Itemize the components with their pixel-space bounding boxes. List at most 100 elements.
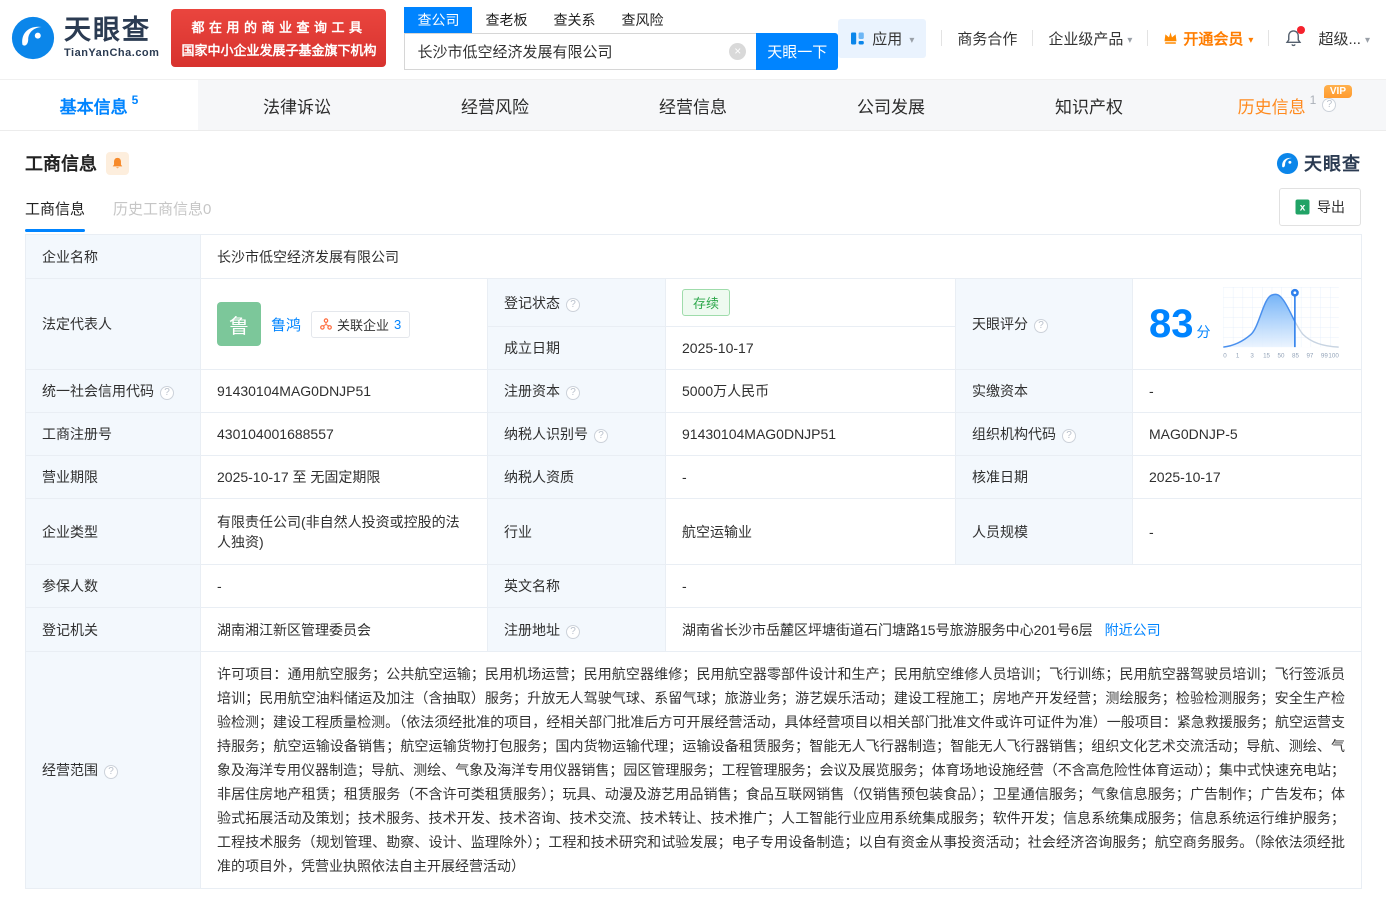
field-label: 组织机构代码 <box>955 412 1133 456</box>
field-label: 企业名称 <box>25 234 201 279</box>
table-row: 企业名称 长沙市低空经济发展有限公司 <box>25 234 1362 279</box>
avatar[interactable]: 鲁 <box>217 302 261 346</box>
question-icon[interactable] <box>1322 98 1337 112</box>
score-distribution-chart: 0 1 3 15 50 85 97 99 100 <box>1222 287 1339 360</box>
tab-operating-risk[interactable]: 经营风险 <box>396 80 594 130</box>
table-row: 登记机关 湖南湘江新区管理委员会 注册地址 湖南省长沙市岳麓区坪塘街道石门塘路1… <box>25 607 1362 652</box>
field-label-text: 天眼评分 <box>972 316 1028 332</box>
reg-address-value: 湖南省长沙市岳麓区坪塘街道石门塘路15号旅游服务中心201号6层 <box>682 621 1093 638</box>
tab-operating-info[interactable]: 经营信息 <box>594 80 792 130</box>
chevron-down-icon <box>1365 30 1370 47</box>
top-header: 天眼查 TianYanCha.com 都在用的商业查询工具 国家中小企业发展子基… <box>0 0 1386 76</box>
question-icon[interactable] <box>566 386 580 400</box>
table-row: 法定代表人 鲁 鲁鸿 关联企业 3 登记状态? 存续 天眼评分? 83 分 0 … <box>25 278 1362 370</box>
search-tab-company[interactable]: 查公司 <box>404 6 473 33</box>
question-icon[interactable] <box>566 297 580 312</box>
score-marker-pin-center <box>1292 291 1296 295</box>
tab-intellectual-property[interactable]: 知识产权 <box>990 80 1188 130</box>
question-icon[interactable] <box>160 386 174 400</box>
divider <box>941 30 943 46</box>
tab-label: 法律诉讼 <box>263 97 331 117</box>
related-companies-badge[interactable]: 关联企业 3 <box>311 310 411 338</box>
field-label: 营业期限 <box>25 455 201 499</box>
business-scope-value: 许可项目：通用航空服务；公共航空运输；民用机场运营；民用航空器维修；民用航空器零… <box>217 666 1345 874</box>
search-tab-boss[interactable]: 查老板 <box>472 7 540 33</box>
section-title: 工商信息 <box>25 154 97 174</box>
question-icon[interactable] <box>1062 429 1076 443</box>
nav-super-vip[interactable]: 超级... <box>1318 28 1370 49</box>
subtab-business-info[interactable]: 工商信息 <box>25 198 86 232</box>
monitor-bell-icon[interactable] <box>106 151 129 175</box>
org-network-icon <box>320 318 332 330</box>
field-label: 成立日期 <box>487 326 666 370</box>
score-value: 83 <box>1149 302 1194 346</box>
tab-basic-info[interactable]: 基本信息 5 <box>0 80 198 130</box>
excel-icon: x <box>1295 199 1310 215</box>
reg-number-value: 430104001688557 <box>200 412 488 456</box>
tianyancha-swirl-icon <box>1276 152 1299 174</box>
field-label: 法定代表人 <box>25 278 201 370</box>
field-label: 统一社会信用代码 <box>25 369 201 413</box>
tab-count: 1 <box>1309 93 1317 107</box>
industry-value: 航空运输业 <box>665 498 956 565</box>
search-input[interactable] <box>404 32 757 70</box>
nav-enterprise-products[interactable]: 企业级产品 <box>1048 28 1132 49</box>
search-tab-risk[interactable]: 查风险 <box>608 7 676 33</box>
tab-count: 5 <box>131 93 139 107</box>
question-icon[interactable] <box>594 429 608 443</box>
reg-address-cell: 湖南省长沙市岳麓区坪塘街道石门塘路15号旅游服务中心201号6层 附近公司 <box>665 607 1362 652</box>
tab-company-development[interactable]: 公司发展 <box>792 80 990 130</box>
company-type-value: 有限责任公司(非自然人投资或控股的法人独资) <box>200 498 488 565</box>
business-term-value: 2025-10-17 至 无固定期限 <box>200 455 488 499</box>
field-label: 纳税人资质 <box>487 455 666 499</box>
establish-date-value: 2025-10-17 <box>665 326 956 370</box>
export-button[interactable]: x 导出 <box>1279 188 1361 226</box>
chart-tick: 1 <box>1235 353 1239 360</box>
nearby-companies-link[interactable]: 附近公司 <box>1105 622 1161 638</box>
chevron-down-icon <box>909 30 914 47</box>
legal-rep-link[interactable]: 鲁鸿 <box>271 314 301 335</box>
app-grid-icon <box>851 32 865 44</box>
search-tab-relation[interactable]: 查关系 <box>540 7 608 33</box>
nav-super-label: 超级... <box>1318 30 1361 48</box>
divider <box>1268 30 1270 46</box>
taxpayer-id-value: 91430104MAG0DNJP51 <box>665 412 956 456</box>
nav-enterprise-label: 企业级产品 <box>1048 30 1124 48</box>
taxpayer-quality-value: - <box>665 455 956 499</box>
table-row: 工商注册号 430104001688557 纳税人识别号 91430104MAG… <box>25 412 1362 456</box>
chart-tick: 97 <box>1306 353 1313 360</box>
bell-icon <box>112 157 123 168</box>
nav-open-vip[interactable]: 开通会员 <box>1163 28 1253 49</box>
subtabs: 工商信息 历史工商信息0 x 导出 <box>0 180 1386 232</box>
question-icon[interactable] <box>1034 319 1048 333</box>
related-label: 关联企业 <box>337 317 390 333</box>
tab-legal-proceedings[interactable]: 法律诉讼 <box>198 80 396 130</box>
field-label-text: 注册地址 <box>504 621 560 638</box>
legal-rep-cell: 鲁 鲁鸿 关联企业 3 <box>200 278 488 370</box>
divider <box>1032 30 1034 46</box>
nav-apps-label: 应用 <box>872 30 903 48</box>
svg-text:x: x <box>1300 203 1306 214</box>
tab-history-info[interactable]: VIP 历史信息 1 <box>1188 80 1386 130</box>
question-icon[interactable] <box>566 624 580 639</box>
field-label-text: 注册资本 <box>504 383 560 399</box>
chart-tick: 100 <box>1328 353 1339 360</box>
field-label-text: 统一社会信用代码 <box>42 383 154 399</box>
tianyancha-logo[interactable]: 天眼查 TianYanCha.com <box>10 15 159 61</box>
nav-cooperation[interactable]: 商务合作 <box>957 28 1017 49</box>
field-label: 英文名称 <box>487 564 666 608</box>
nav-apps-button[interactable]: 应用 <box>838 18 927 58</box>
notification-bell-icon[interactable] <box>1284 25 1306 48</box>
search-area: 查公司 查老板 查关系 查风险 天眼一下 <box>404 6 839 70</box>
search-button[interactable]: 天眼一下 <box>756 32 839 70</box>
section-header: 工商信息 天眼查 <box>0 131 1386 180</box>
field-label: 纳税人识别号 <box>487 412 666 456</box>
question-icon[interactable] <box>104 765 118 779</box>
tianyancha-watermark: 天眼查 <box>1276 150 1361 176</box>
chart-tick: 50 <box>1277 353 1284 360</box>
table-row: 参保人数 - 英文名称 - <box>25 564 1362 608</box>
chart-tick: 85 <box>1291 353 1298 360</box>
search-clear-icon[interactable] <box>729 42 747 60</box>
subtab-history-business-info[interactable]: 历史工商信息0 <box>113 198 211 232</box>
field-label: 人员规模 <box>955 498 1133 565</box>
